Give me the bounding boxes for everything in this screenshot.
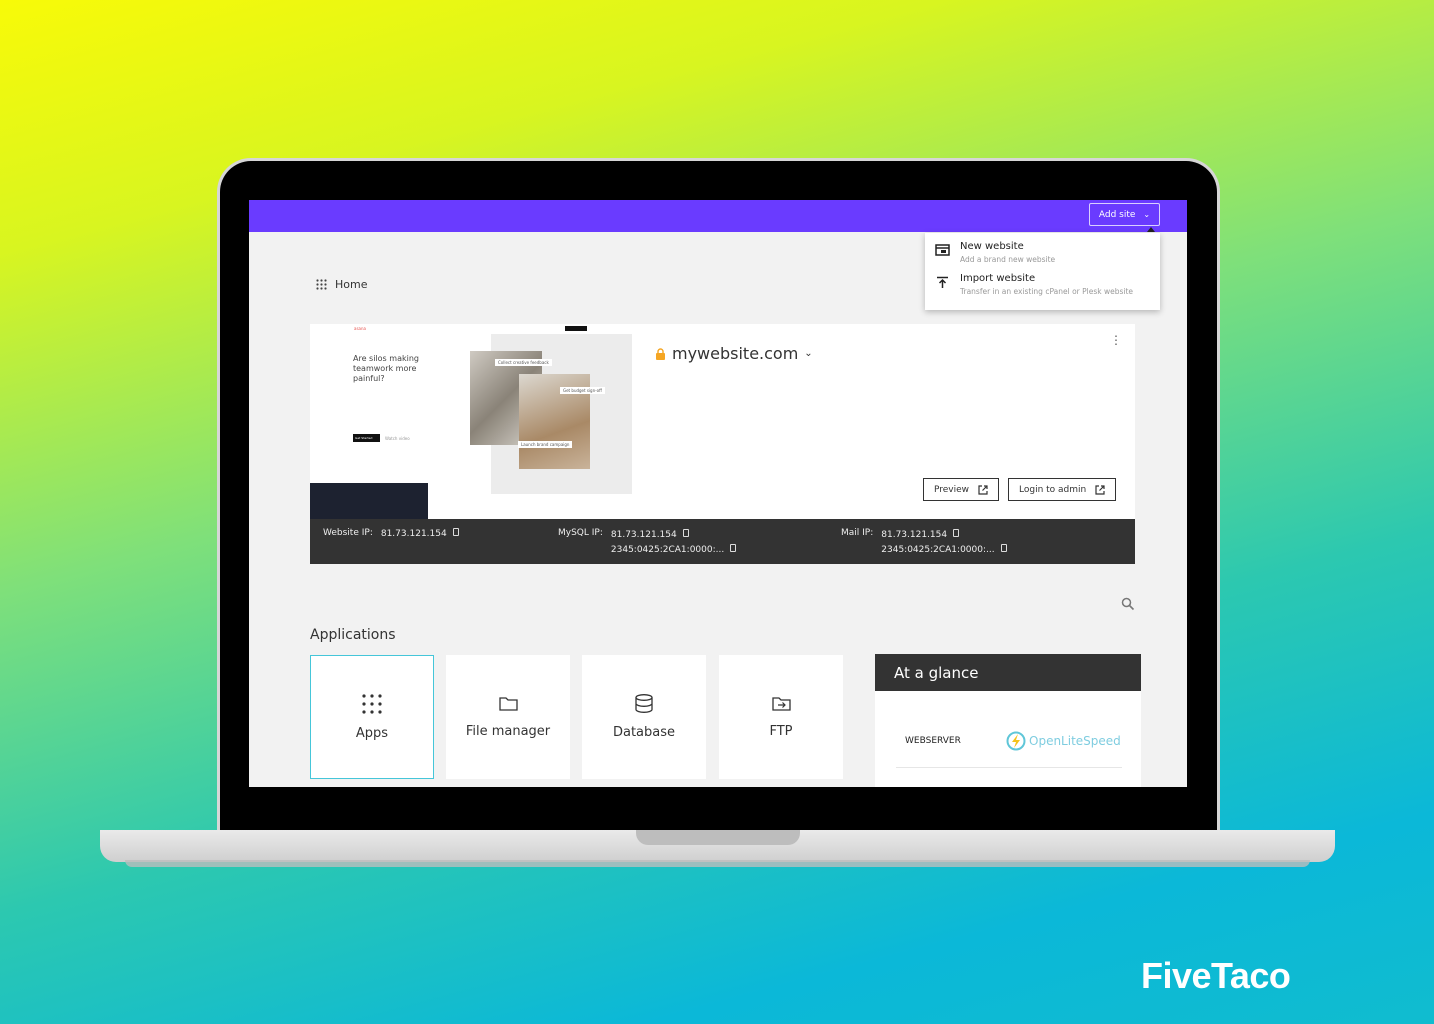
folder-icon	[498, 696, 518, 711]
breadcrumb-home: Home	[335, 278, 368, 291]
ip-label: Mail IP:	[841, 528, 874, 538]
app-tile-ftp[interactable]: FTP	[719, 655, 843, 779]
login-label: Login to admin	[1019, 484, 1087, 495]
app-tile-file-manager[interactable]: File manager	[446, 655, 570, 779]
ip-text: 81.73.121.154	[610, 530, 677, 540]
tile-label: File manager	[465, 723, 551, 739]
upload-icon	[937, 276, 948, 288]
thumbnail-watch: Watch video	[385, 436, 410, 441]
lock-icon	[656, 347, 665, 360]
chevron-down-icon: ⌄	[804, 348, 813, 359]
thumbnail-cookie-banner	[310, 483, 428, 519]
ip-label: Website IP:	[323, 528, 373, 538]
tile-label: FTP	[769, 723, 793, 739]
divider	[896, 767, 1122, 768]
app-tile-database[interactable]: Database	[582, 655, 706, 779]
chevron-down-icon: ⌄	[1143, 210, 1151, 219]
applications-heading: Applications	[310, 627, 396, 643]
copy-icon[interactable]	[452, 528, 459, 536]
app-tile-apps[interactable]: Apps	[310, 655, 434, 779]
menu-item-title: New website	[960, 241, 1024, 252]
thumbnail-headline: Are silos making teamwork more painful?	[353, 354, 419, 383]
site-card: asana Are silos making teamwork more pai…	[310, 324, 1135, 519]
menu-item-new-website[interactable]: New website Add a brand new website	[935, 241, 1055, 264]
menu-item-title: Import website	[960, 273, 1036, 284]
ipv6-text: 2345:0425:2CA1:0000:...	[610, 545, 725, 555]
app-screen: Add site ⌄ New website Add a brand new w…	[249, 200, 1187, 787]
database-icon	[635, 694, 653, 713]
browser-window-icon	[935, 244, 950, 256]
ipv6-text: 2345:0425:2CA1:0000:...	[881, 545, 995, 555]
search-icon[interactable]	[1121, 597, 1135, 611]
mysql-ip: MySQL IP: 81.73.121.154 2345:0425:2CA1:0…	[558, 528, 737, 558]
webserver-value: OpenLiteSpeed	[1006, 731, 1121, 751]
at-a-glance-panel: At a glance WEBSERVER OpenLiteSpeed	[875, 654, 1141, 787]
menu-item-subtitle: Transfer in an existing cPanel or Plesk …	[960, 287, 1134, 296]
thumbnail-tag: Launch brand campaign	[518, 441, 573, 448]
ip-values: 81.73.121.154 2345:0425:2CA1:0000:...	[610, 528, 737, 558]
dropdown-caret	[1147, 227, 1155, 232]
ip-text: 81.73.121.154	[380, 529, 447, 539]
ip-text: 81.73.121.154	[881, 530, 948, 540]
mail-ip: Mail IP: 81.73.121.154 2345:0425:2CA1:00…	[841, 528, 1007, 558]
menu-item-subtitle: Add a brand new website	[960, 255, 1056, 264]
ip-label: MySQL IP:	[558, 528, 603, 538]
copy-icon[interactable]	[953, 529, 960, 537]
thumbnail-tag: Collect creative feedback	[495, 359, 552, 366]
ip-values: 81.73.121.154 2345:0425:2CA1:0000:...	[881, 528, 1007, 558]
copy-icon[interactable]	[730, 544, 737, 552]
more-options-icon[interactable]: ⋮	[1110, 334, 1122, 346]
ftp-folder-icon	[771, 696, 791, 711]
copy-icon[interactable]	[1000, 544, 1007, 552]
domain-selector[interactable]: mywebsite.com ⌄	[655, 344, 813, 363]
ip-value: 81.73.121.154	[381, 528, 459, 539]
webserver-name: OpenLiteSpeed	[1029, 734, 1121, 748]
thumbnail-tag: Get budget sign-off	[560, 387, 605, 394]
thumbnail-brand: asana	[354, 326, 366, 331]
tile-label: Apps	[355, 725, 389, 741]
top-bar: Add site ⌄	[249, 200, 1187, 232]
webserver-label: WEBSERVER	[905, 736, 961, 746]
at-a-glance-heading: At a glance	[875, 654, 1141, 691]
website-ip: Website IP: 81.73.121.154	[323, 528, 459, 539]
fivetaco-logo: FiveTaco	[1141, 955, 1291, 996]
tile-label: Database	[612, 725, 676, 740]
site-thumbnail[interactable]: asana Are silos making teamwork more pai…	[310, 324, 635, 519]
grid-icon	[316, 279, 327, 290]
thumbnail-nav-button	[565, 326, 587, 331]
preview-label: Preview	[934, 484, 970, 495]
external-link-icon	[1095, 484, 1105, 495]
add-site-button[interactable]: Add site ⌄	[1089, 203, 1160, 226]
openlitespeed-logo-icon	[1006, 731, 1026, 751]
breadcrumb[interactable]: Home	[316, 278, 367, 291]
laptop-notch	[636, 830, 800, 845]
add-site-label: Add site	[1098, 209, 1136, 220]
domain-name: mywebsite.com	[672, 344, 799, 363]
copy-icon[interactable]	[682, 529, 689, 537]
login-to-admin-button[interactable]: Login to admin	[1008, 478, 1117, 501]
laptop-base-shadow	[125, 860, 1310, 867]
add-site-dropdown: New website Add a brand new website Impo…	[925, 233, 1160, 310]
thumbnail-cta: Get Started	[353, 434, 380, 442]
preview-button[interactable]: Preview	[923, 478, 1000, 501]
external-link-icon	[978, 484, 988, 495]
ip-info-bar: Website IP: 81.73.121.154 MySQL IP: 81.7…	[310, 519, 1135, 564]
menu-item-import-website[interactable]: Import website Transfer in an existing c…	[935, 273, 1133, 296]
grid-icon	[362, 693, 382, 714]
